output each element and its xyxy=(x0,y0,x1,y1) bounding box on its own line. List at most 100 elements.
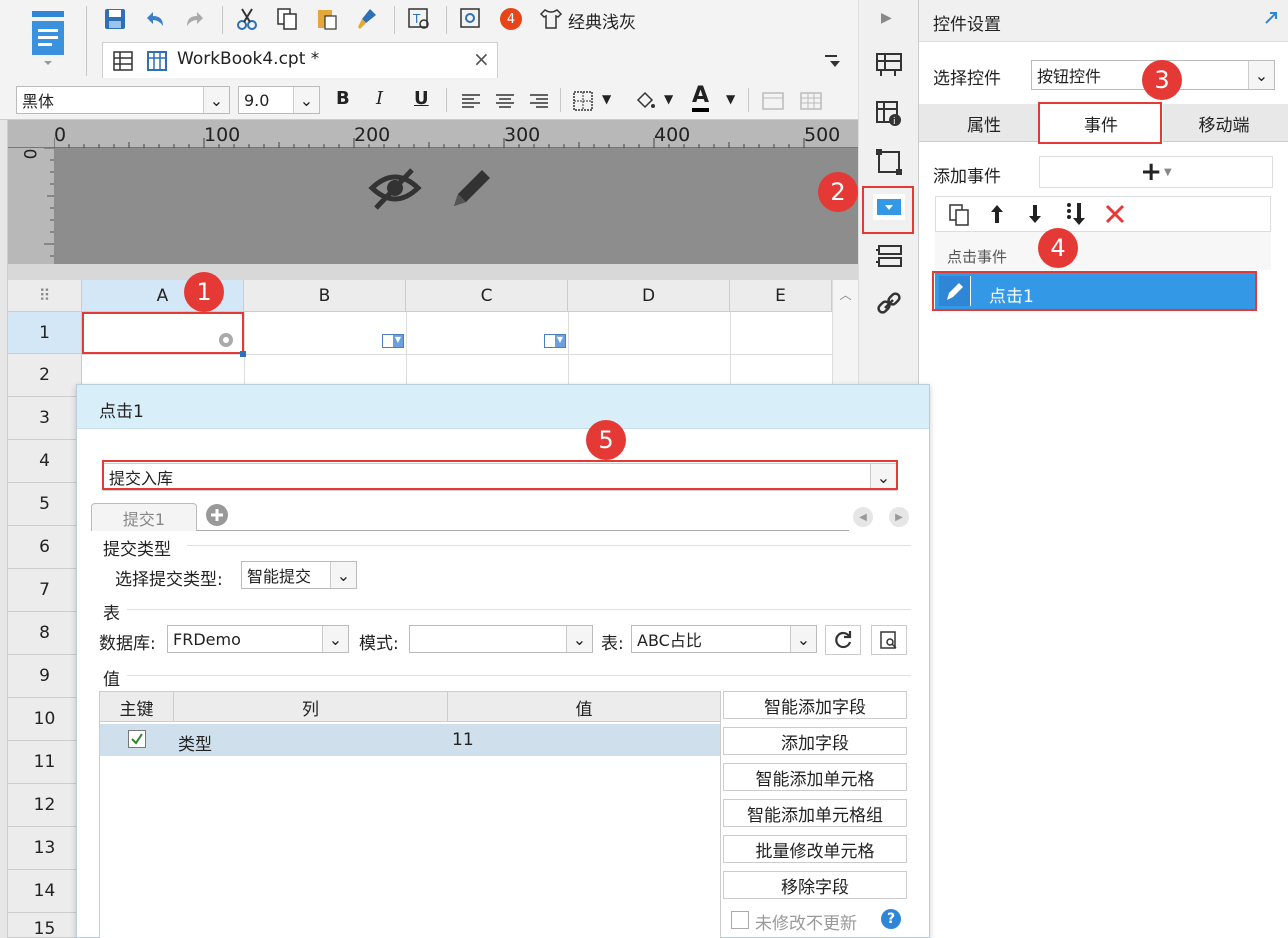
submit-type-select[interactable]: 智能提交 ⌄ xyxy=(241,561,357,589)
remove-field-button[interactable]: 移除字段 xyxy=(723,871,907,899)
text-preview-icon[interactable]: T xyxy=(406,6,432,32)
chevron-down-icon[interactable]: ▼ xyxy=(602,92,611,106)
copy-icon[interactable] xyxy=(948,203,970,231)
row-header[interactable]: 12 xyxy=(8,784,82,827)
database-select[interactable]: FRDemo ⌄ xyxy=(167,625,349,653)
row-header[interactable]: 11 xyxy=(8,741,82,784)
delete-icon[interactable] xyxy=(1104,203,1126,229)
add-event-button[interactable]: + ▼ xyxy=(1039,156,1273,188)
arrow-up-icon[interactable] xyxy=(988,203,1006,229)
left-edge-bar xyxy=(0,0,8,938)
notification-badge[interactable]: 4 xyxy=(500,8,522,30)
row-header[interactable]: 2 xyxy=(8,354,82,397)
tab-close-icon[interactable]: × xyxy=(473,47,490,71)
selection-handle[interactable] xyxy=(240,351,246,357)
cell-attribute-icon[interactable] xyxy=(875,52,903,82)
row-header[interactable]: 15 xyxy=(8,913,82,938)
condition-attribute-icon[interactable] xyxy=(875,244,903,274)
column-header-b[interactable]: B xyxy=(244,280,406,312)
row-header[interactable]: 7 xyxy=(8,569,82,612)
fill-color-icon[interactable] xyxy=(632,88,658,114)
undo-icon[interactable] xyxy=(142,6,168,32)
chevron-right-icon[interactable]: ▶ xyxy=(889,507,909,527)
tab-mobile[interactable]: 移动端 xyxy=(1169,104,1279,142)
table-select[interactable]: ABC占比 ⌄ xyxy=(631,625,817,653)
chevron-up-icon[interactable]: ︿ xyxy=(833,286,858,303)
column-header-c[interactable]: C xyxy=(406,280,568,312)
theme-shirt-icon[interactable] xyxy=(538,6,564,32)
primary-key-checkbox[interactable] xyxy=(128,730,146,748)
combo-widget-icon[interactable]: ▼ xyxy=(382,334,404,348)
format-brush-icon[interactable] xyxy=(354,6,380,32)
submit-subtab[interactable]: 提交1 xyxy=(91,503,197,531)
align-center-icon[interactable] xyxy=(492,88,518,114)
batch-modify-cells-button[interactable]: 批量修改单元格 xyxy=(723,835,907,863)
align-left-icon[interactable] xyxy=(458,88,484,114)
row-header[interactable]: 8 xyxy=(8,612,82,655)
redo-icon[interactable] xyxy=(182,6,208,32)
cell-a1-highlight[interactable] xyxy=(82,312,244,354)
merge-cell-icon xyxy=(760,88,786,114)
row-header[interactable]: 6 xyxy=(8,526,82,569)
row-header[interactable]: 1 xyxy=(8,312,82,354)
font-color-button[interactable]: A xyxy=(692,84,710,112)
font-family-select[interactable]: 黑体 ⌄ xyxy=(16,86,230,114)
tab-attributes[interactable]: 属性 xyxy=(931,104,1037,142)
preview-table-icon[interactable] xyxy=(871,625,907,655)
bold-button[interactable]: B xyxy=(336,88,350,109)
row-header[interactable]: 9 xyxy=(8,655,82,698)
font-size-select[interactable]: 9.0 ⌄ xyxy=(238,86,320,114)
cell-info-icon[interactable]: i xyxy=(875,100,903,132)
row-header[interactable]: 3 xyxy=(8,397,82,440)
row-header[interactable]: 14 xyxy=(8,870,82,913)
preview-search-icon[interactable] xyxy=(458,6,484,32)
row-header[interactable]: 4 xyxy=(8,440,82,483)
submit-type-section-title: 提交类型 xyxy=(103,540,171,560)
hyperlink-icon[interactable] xyxy=(875,290,903,322)
chevron-down-icon[interactable]: ▼ xyxy=(664,92,673,106)
select-all-corner[interactable]: ⠿ xyxy=(8,280,82,312)
header-value[interactable]: 值 xyxy=(448,692,720,722)
save-icon[interactable] xyxy=(102,6,128,32)
underline-button[interactable]: U xyxy=(414,88,429,109)
no-update-checkbox[interactable] xyxy=(731,911,749,929)
chevron-left-icon[interactable]: ◀ xyxy=(853,507,873,527)
tab-menu-icon[interactable] xyxy=(820,48,846,74)
help-icon[interactable]: ? xyxy=(881,909,901,929)
combo-widget-icon[interactable]: ▼ xyxy=(544,334,566,348)
header-column[interactable]: 列 xyxy=(174,692,448,722)
header-primary-key[interactable]: 主键 xyxy=(100,692,174,722)
smart-add-field-button[interactable]: 智能添加字段 xyxy=(723,691,907,719)
italic-button[interactable]: I xyxy=(376,88,383,109)
template-icon[interactable] xyxy=(26,8,70,66)
row-header[interactable]: 13 xyxy=(8,827,82,870)
border-icon[interactable] xyxy=(570,88,596,114)
smart-add-cell-button[interactable]: 智能添加单元格 xyxy=(723,763,907,791)
arrow-down-icon[interactable] xyxy=(1026,203,1044,229)
column-header-e[interactable]: E xyxy=(730,280,832,312)
chevron-down-icon[interactable]: ▼ xyxy=(726,92,735,106)
table-row[interactable]: 类型 11 xyxy=(100,724,720,756)
theme-label[interactable]: 经典浅灰 xyxy=(568,8,636,33)
cut-icon[interactable] xyxy=(234,6,260,32)
refresh-icon[interactable] xyxy=(825,625,861,655)
edit-pencil-icon[interactable] xyxy=(446,164,496,218)
expand-icon[interactable] xyxy=(1263,10,1279,30)
add-field-button[interactable]: 添加字段 xyxy=(723,727,907,755)
schema-select[interactable]: ⌄ xyxy=(409,625,593,653)
hide-eye-icon[interactable] xyxy=(368,166,422,216)
font-size-value: 9.0 xyxy=(244,90,270,110)
column-header-d[interactable]: D xyxy=(568,280,730,312)
copy-icon[interactable] xyxy=(274,6,300,32)
row-header[interactable]: 10 xyxy=(8,698,82,741)
chevron-right-icon[interactable]: ▶ xyxy=(881,10,892,26)
align-right-icon[interactable] xyxy=(526,88,552,114)
smart-add-cell-group-button[interactable]: 智能添加单元格组 xyxy=(723,799,907,827)
splitter[interactable] xyxy=(8,264,858,280)
float-element-icon[interactable] xyxy=(875,148,903,180)
tab-workbook[interactable]: WorkBook4.cpt * × xyxy=(102,42,498,78)
move-bottom-icon[interactable] xyxy=(1064,201,1088,231)
add-subtab-icon[interactable] xyxy=(205,503,229,531)
row-header[interactable]: 5 xyxy=(8,483,82,526)
paste-icon[interactable] xyxy=(314,6,340,32)
